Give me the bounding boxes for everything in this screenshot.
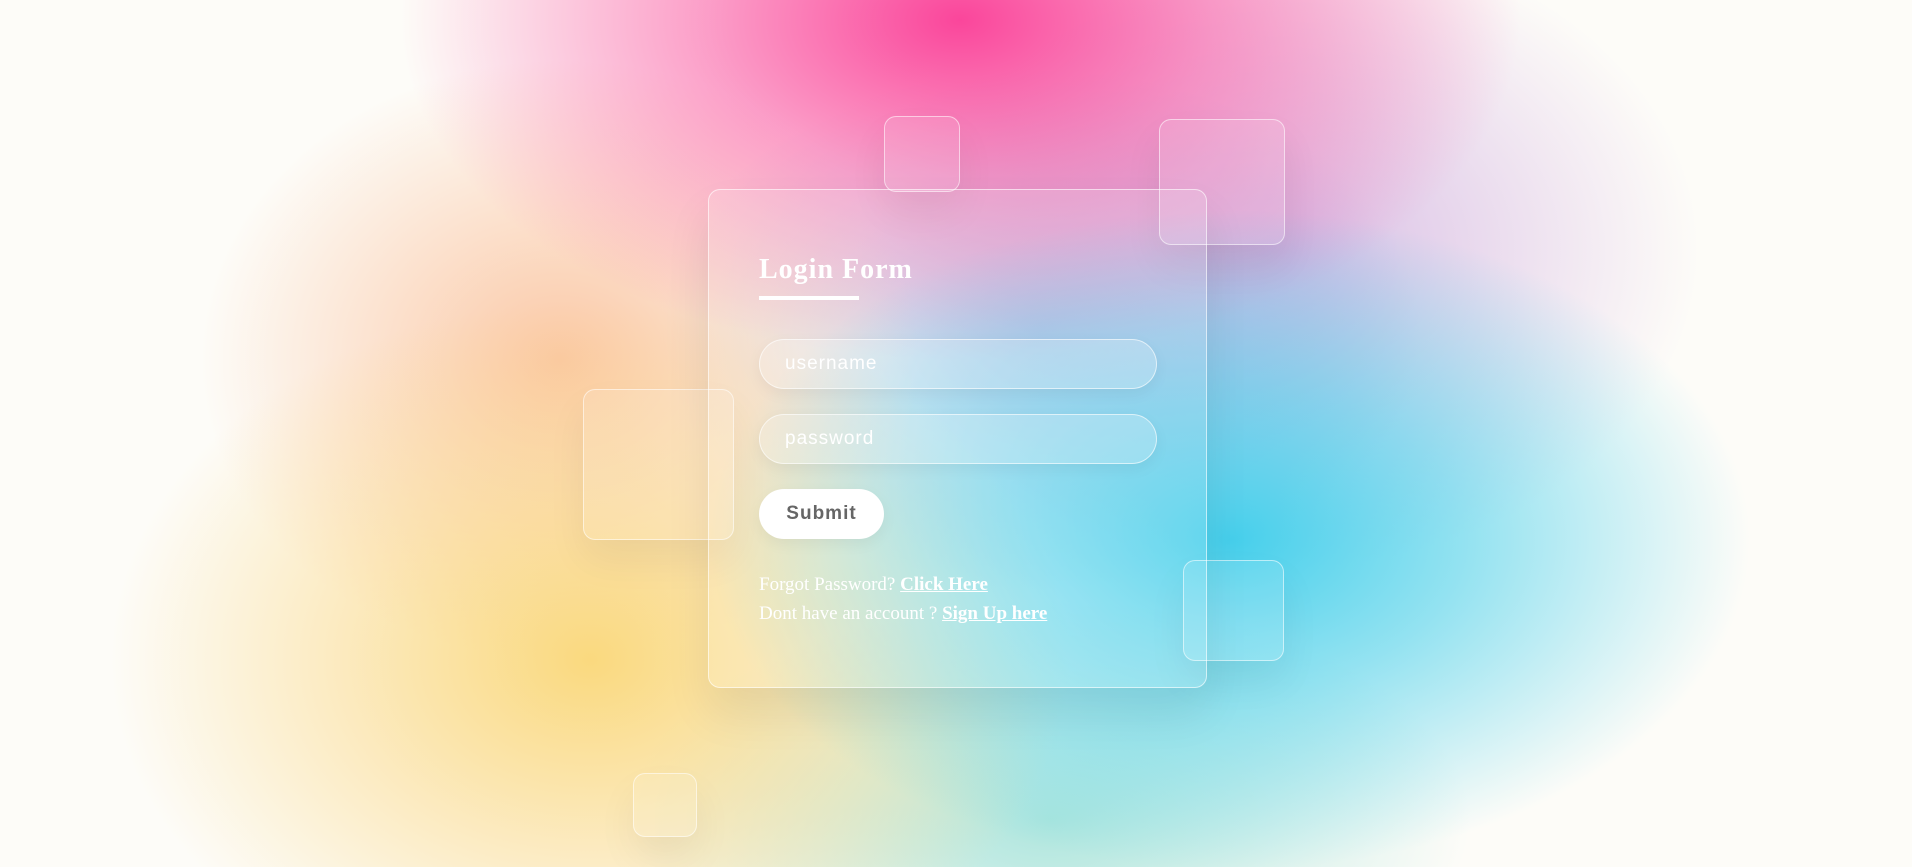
password-input[interactable] [759,414,1157,464]
signup-text: Dont have an account ? [759,603,943,624]
help-links: Forgot Password? Click Here Dont have an… [759,570,1047,628]
title-underline [759,296,859,300]
forgot-password-link[interactable]: Click Here [900,574,988,595]
forgot-password-line: Forgot Password? Click Here [759,570,1047,599]
username-input[interactable] [759,339,1157,389]
login-card: Login Form Submit Forgot Password? Click… [708,189,1207,688]
form-title: Login Form [759,254,913,285]
submit-button[interactable]: Submit [759,489,884,539]
decorative-square [633,773,697,837]
forgot-password-text: Forgot Password? [759,574,901,595]
signup-link[interactable]: Sign Up here [942,603,1047,624]
signup-line: Dont have an account ? Sign Up here [759,599,1047,628]
decorative-square [884,116,960,192]
